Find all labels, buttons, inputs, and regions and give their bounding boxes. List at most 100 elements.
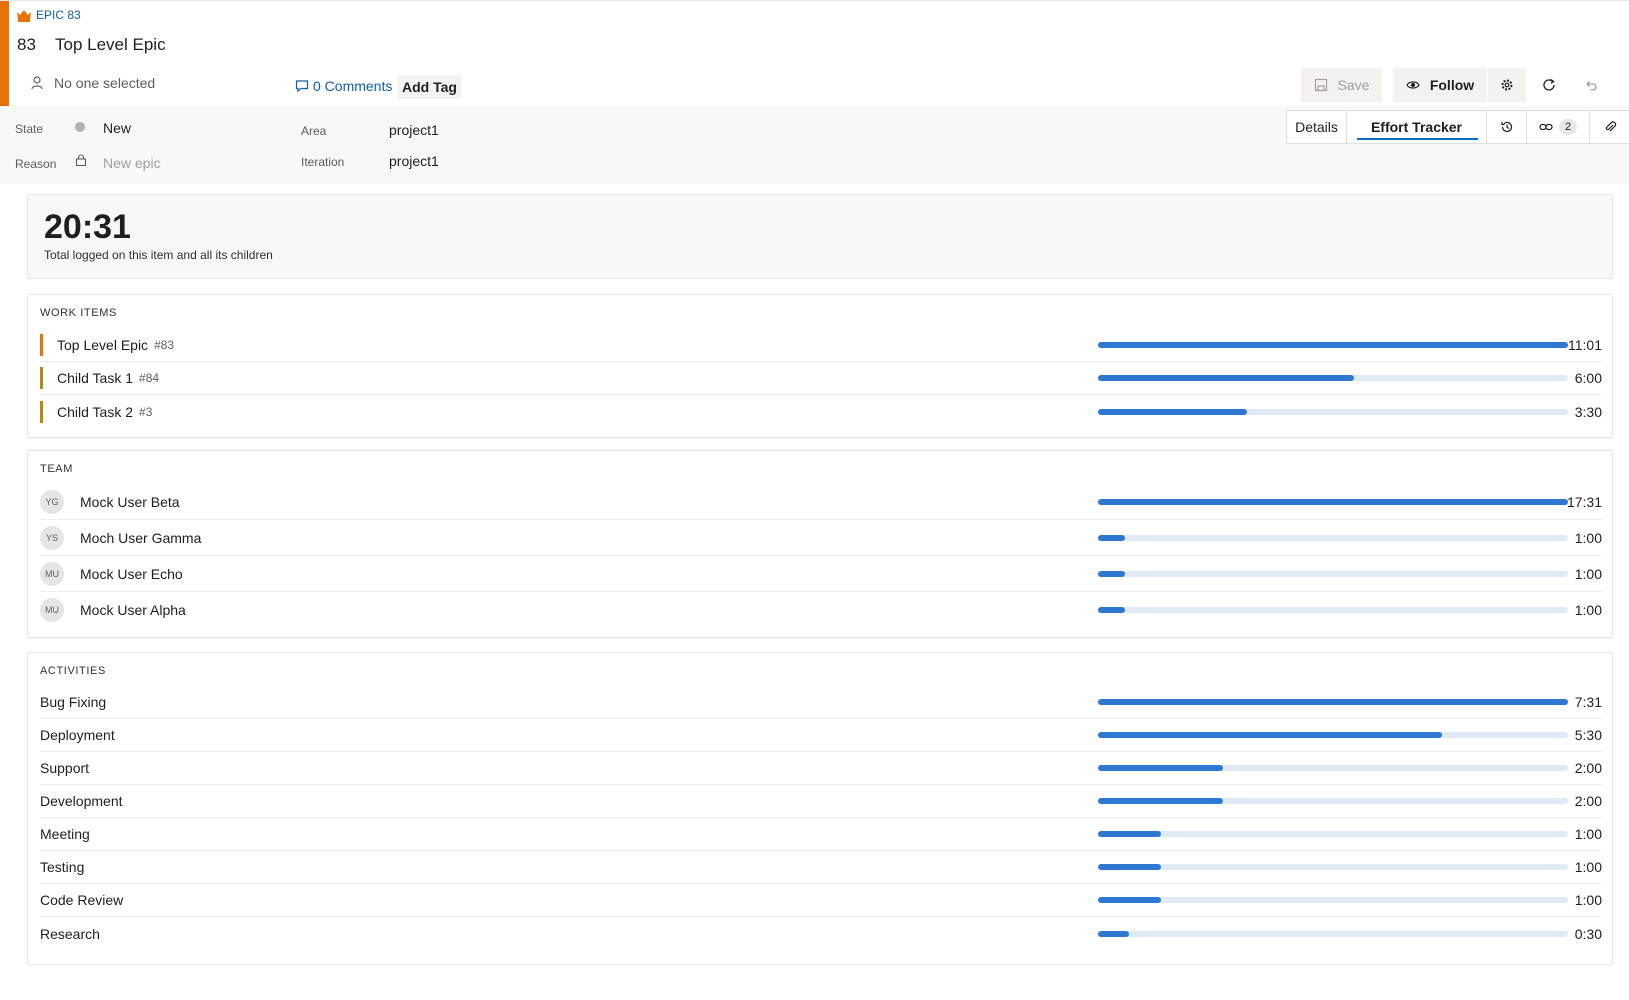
progress-bar-fill [1098, 375, 1355, 381]
iteration-field[interactable]: project1 [389, 153, 439, 169]
state-field[interactable]: New [103, 120, 131, 136]
activity-row[interactable]: Meeting 1:00 [40, 818, 1602, 851]
work-item-name[interactable]: Top Level Epic [57, 337, 148, 353]
links-count-badge: 2 [1558, 119, 1578, 135]
avatar: MU [40, 561, 64, 586]
time-value: 17:31 [1566, 493, 1602, 510]
activity-row[interactable]: Testing 1:00 [40, 851, 1602, 884]
progress-bar [1098, 765, 1568, 771]
save-label: Save [1337, 77, 1370, 93]
work-item-type-marker [40, 367, 43, 389]
progress-bar-fill [1098, 408, 1248, 415]
work-item-type-marker [40, 334, 43, 356]
revert-button[interactable] [1574, 68, 1608, 102]
activity-row-label: Testing [40, 859, 84, 875]
avatar: MU [40, 598, 64, 622]
assignee-picker[interactable]: No one selected [30, 75, 155, 91]
progress-bar [1098, 498, 1568, 505]
follow-button[interactable]: Follow [1393, 68, 1487, 102]
activity-name: Code Review [40, 892, 124, 908]
activities-card: ACTIVITIES Bug Fixing 7:31 Deployment 5:30 S… [27, 652, 1613, 965]
work-item-id: 83 [17, 35, 36, 54]
tab-history[interactable] [1487, 111, 1527, 143]
save-button[interactable]: Save [1301, 68, 1382, 102]
team-member-row[interactable]: YG Mock User Beta 17:31 [40, 484, 1602, 520]
activity-row-label: Bug Fixing [40, 694, 106, 710]
progress-bar [1098, 864, 1568, 870]
progress-bar [1098, 342, 1568, 348]
team-card: TEAM YG Mock User Beta 17:31 YS Moch User Ga… [27, 450, 1613, 638]
refresh-button[interactable] [1532, 68, 1566, 102]
link-icon [1539, 123, 1553, 131]
activity-row[interactable]: Code Review 1:00 [40, 884, 1602, 917]
time-value: 11:01 [1568, 337, 1602, 353]
crown-icon [17, 10, 31, 22]
progress-bar [1098, 831, 1568, 837]
progress-bar-fill [1098, 534, 1125, 541]
tab-details[interactable]: Details [1287, 111, 1347, 143]
work-item-type-label[interactable]: EPIC 83 [36, 8, 81, 22]
progress-bar-fill [1098, 342, 1568, 348]
activity-row[interactable]: Bug Fixing 7:31 [40, 686, 1602, 719]
undo-icon [1586, 81, 1597, 91]
team-member-row-label: MU Mock User Echo [40, 561, 183, 586]
team-member-row-label: MU Mock User Alpha [40, 598, 186, 622]
work-item-number: #3 [139, 404, 153, 419]
work-item-tabs: Details Effort Tracker 2 [1286, 110, 1629, 144]
refresh-icon [1543, 78, 1555, 91]
progress-bar-fill [1098, 765, 1224, 771]
work-item-number: #83 [154, 338, 175, 352]
work-item-row[interactable]: Child Task 1 #84 6:00 [40, 362, 1602, 395]
reason-label: Reason [15, 157, 57, 171]
progress-bar [1098, 930, 1568, 937]
time-value: 1:00 [1574, 859, 1602, 875]
section-title-team: TEAM [40, 463, 73, 475]
total-time: 20:31 [44, 208, 131, 246]
activity-name: Research [40, 925, 100, 942]
add-tag-button[interactable]: Add Tag [398, 75, 461, 99]
work-item-header: EPIC 83 83 Top Level Epic No one selecte… [0, 0, 1629, 107]
progress-bar-fill [1098, 897, 1161, 903]
activity-row[interactable]: Development 2:00 [40, 785, 1602, 818]
work-item-row[interactable]: Top Level Epic #83 11:01 [40, 329, 1602, 362]
progress-bar [1098, 408, 1568, 415]
work-item-row[interactable]: Child Task 2 #3 3:30 [40, 395, 1602, 428]
work-item-title[interactable]: Top Level Epic [55, 35, 166, 55]
activity-row[interactable]: Deployment 5:30 [40, 719, 1602, 752]
activity-row-label: Support [40, 760, 89, 776]
assignee-label[interactable]: No one selected [54, 75, 155, 91]
lock-icon [75, 154, 87, 166]
gear-icon [1501, 79, 1513, 91]
activity-row-label: Deployment [40, 727, 115, 743]
team-member-row[interactable]: YS Moch User Gamma 1:00 [40, 520, 1602, 556]
work-item-type-marker [40, 400, 43, 423]
work-item-name[interactable]: Child Task 2 [57, 404, 133, 420]
progress-bar-fill [1098, 831, 1161, 837]
team-member-row[interactable]: MU Mock User Alpha 1:00 [40, 592, 1602, 628]
team-member-name: Mock User Echo [80, 565, 183, 582]
activity-row[interactable]: Research 0:30 [40, 917, 1602, 950]
settings-button[interactable] [1488, 68, 1526, 102]
area-field[interactable]: project1 [389, 122, 439, 138]
comments-link[interactable]: 0 Comments [295, 78, 392, 94]
progress-bar-fill [1098, 699, 1568, 705]
person-icon [31, 76, 43, 90]
work-item-type-link[interactable]: EPIC 83 [16, 8, 81, 22]
work-item-name[interactable]: Child Task 1 [57, 370, 133, 386]
iteration-label: Iteration [301, 155, 345, 169]
comments-label[interactable]: 0 Comments [313, 78, 392, 94]
time-value: 5:30 [1574, 727, 1602, 743]
work-item-row-label: Child Task 1 #84 [40, 367, 159, 389]
progress-bar [1098, 732, 1568, 738]
time-value: 1:00 [1574, 892, 1602, 908]
time-value: 1:00 [1574, 565, 1602, 582]
progress-bar [1098, 798, 1568, 804]
section-title-work-items: WORK ITEMS [40, 307, 117, 319]
tab-effort-tracker[interactable]: Effort Tracker [1347, 111, 1487, 143]
time-value: 3:30 [1574, 403, 1602, 420]
tab-links[interactable]: 2 [1527, 111, 1590, 143]
team-member-row[interactable]: MU Mock User Echo 1:00 [40, 556, 1602, 592]
tab-attachments[interactable] [1590, 111, 1629, 143]
activity-row[interactable]: Support 2:00 [40, 752, 1602, 785]
progress-bar-fill [1098, 798, 1224, 804]
